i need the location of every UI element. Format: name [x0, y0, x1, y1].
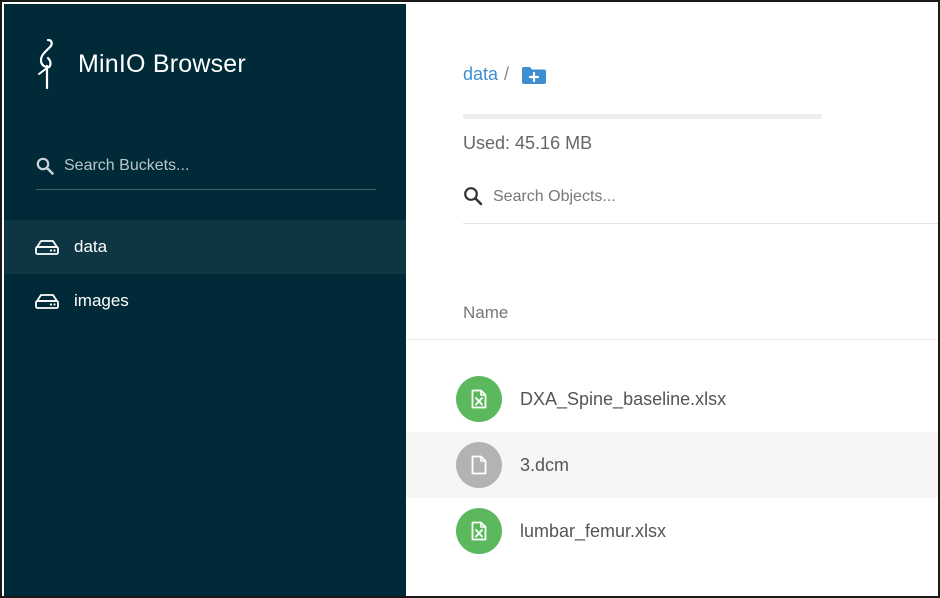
file-name: 3.dcm — [520, 454, 570, 475]
bucket-search-input[interactable] — [64, 156, 364, 175]
excel-file-icon — [456, 508, 502, 554]
minio-logo-icon — [38, 38, 53, 90]
bucket-item-images[interactable]: images — [4, 274, 406, 328]
column-header-name[interactable]: Name — [463, 303, 508, 323]
file-name: lumbar_femur.xlsx — [520, 520, 667, 541]
excel-file-icon — [456, 376, 502, 422]
storage-usage-bar — [463, 114, 822, 119]
bucket-label: images — [74, 291, 129, 310]
object-search-input[interactable] — [493, 187, 913, 206]
bucket-item-data[interactable]: data — [4, 220, 406, 274]
hard-drive-icon — [35, 294, 59, 309]
file-row[interactable]: 3.dcm — [406, 432, 938, 498]
breadcrumb: data / — [463, 64, 547, 85]
generic-file-icon — [456, 442, 502, 488]
bucket-search — [36, 148, 376, 190]
breadcrumb-separator: / — [504, 64, 510, 84]
bucket-list: data images — [4, 220, 406, 328]
file-name: DXA_Spine_baseline.xlsx — [520, 388, 727, 409]
storage-usage-text: Used: 45.16 MB — [463, 133, 592, 154]
breadcrumb-bucket-link[interactable]: data — [463, 64, 498, 85]
search-icon — [464, 186, 483, 205]
file-row[interactable]: lumbar_femur.xlsx — [406, 498, 938, 564]
app-window: MinIO Browser data — [0, 0, 940, 598]
object-search — [463, 180, 938, 224]
brand-title: MinIO Browser — [78, 49, 246, 78]
usage-value: 45.16 MB — [515, 133, 593, 153]
hard-drive-icon — [35, 240, 59, 255]
sidebar: MinIO Browser data — [4, 4, 406, 596]
search-icon — [36, 157, 54, 175]
object-browser: data / Used:45.16 MB Name — [406, 4, 938, 596]
new-folder-icon[interactable] — [521, 65, 547, 85]
file-list: DXA_Spine_baseline.xlsx 3.dcm lumbar_fem… — [406, 366, 938, 564]
brand[interactable]: MinIO Browser — [36, 38, 246, 90]
table-header: Name — [406, 286, 938, 340]
usage-label: Used: — [463, 133, 511, 153]
bucket-label: data — [74, 237, 108, 256]
file-row[interactable]: DXA_Spine_baseline.xlsx — [406, 366, 938, 432]
